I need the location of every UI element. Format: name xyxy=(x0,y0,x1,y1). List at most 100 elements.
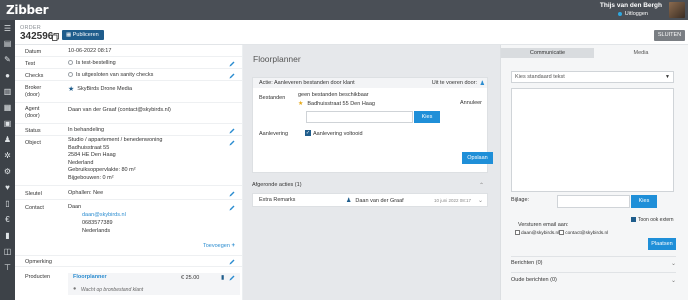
chevron-down-icon: ⌄ xyxy=(670,278,676,284)
wrench-icon[interactable]: ✎ xyxy=(3,55,12,64)
map-icon[interactable]: ◫ xyxy=(3,247,12,256)
top-bar: Zibber Thijs van den Bergh Uitloggen xyxy=(0,0,688,20)
bijlage-input[interactable] xyxy=(557,195,630,208)
action-header: Actie: Aanleveren bestanden door klant U… xyxy=(253,78,487,88)
book-icon[interactable]: ▯ xyxy=(3,199,12,208)
address-line: ★ Badhuisstraat 55 Den Haag xyxy=(298,100,375,107)
test-value[interactable]: Is test-bestelling xyxy=(68,59,116,67)
copy-icon[interactable] xyxy=(52,33,59,41)
edit-sleutel-icon[interactable] xyxy=(229,191,235,197)
broker-star-icon: ★ xyxy=(68,86,75,93)
email1-label: daan@skybirds.nl xyxy=(521,231,560,236)
row-broker: Broker (door) ★ SkyBirds Drone Media xyxy=(15,81,242,103)
close-button[interactable]: SLUITEN xyxy=(654,30,685,41)
edit-status-icon[interactable] xyxy=(229,128,235,134)
publish-button[interactable]: ▦ Publiceren xyxy=(62,30,104,40)
berichten-toggle[interactable]: Berichten (0) ⌄ xyxy=(511,260,676,267)
contact-language: Nederlands xyxy=(82,228,111,234)
checkbox-checked-icon xyxy=(631,217,636,222)
action-card: Actie: Aanleveren bestanden door klant U… xyxy=(252,77,493,173)
action-title: Actie: Aanleveren bestanden door klant xyxy=(259,80,355,86)
edit-product-icon[interactable] xyxy=(229,275,235,281)
row-object: Object Studio / appartement / benedenwon… xyxy=(15,136,242,186)
row-producten: Producten Floorplanner € 25.00 ▮ ● Wacht… xyxy=(15,267,242,300)
completed-actions-toggle[interactable]: Afgeronde acties (1) ⌃ xyxy=(252,180,488,192)
oude-berichten-toggle[interactable]: Oude berichten (0) ⌄ xyxy=(511,277,676,284)
calendar-icon[interactable]: ▦ xyxy=(3,103,12,112)
edit-object-icon[interactable] xyxy=(229,140,235,146)
dashboard-icon[interactable]: ▤ xyxy=(3,39,12,48)
annuleer-link[interactable]: Annuleer xyxy=(460,100,482,106)
logout-link[interactable]: Uitloggen xyxy=(617,11,648,17)
checks-text: Is uitgesloten van sanity checks xyxy=(76,72,154,78)
order-number: 342596 xyxy=(20,31,54,42)
email1-checkbox[interactable] xyxy=(515,230,520,235)
add-contact-link[interactable]: Toevoegen + xyxy=(203,243,235,249)
avatar[interactable] xyxy=(669,2,685,18)
user-name: Thijs van den Bergh xyxy=(599,2,662,9)
message-textarea[interactable] xyxy=(511,88,674,192)
checks-value[interactable]: Is uitgesloten van sanity checks xyxy=(68,71,153,79)
divider xyxy=(511,272,676,273)
standard-text-select[interactable]: Kies standaard tekst ▼ xyxy=(511,71,674,83)
kies-button[interactable]: Kies xyxy=(414,111,440,123)
object-value: Studio / appartement / benedenwoning Bad… xyxy=(68,137,163,182)
caret-down-icon: ▼ xyxy=(665,74,670,80)
tab-communicatie[interactable]: Communicatie xyxy=(501,48,594,58)
settings-icon[interactable]: ✲ xyxy=(3,151,12,160)
bijlage-kies-button[interactable]: Kies xyxy=(631,195,657,208)
row-test: Test Is test-bestelling xyxy=(15,57,242,69)
email2-label: contact@skybirds.nl xyxy=(565,231,609,236)
toon-extern-label: Toon ook extern xyxy=(638,217,674,223)
chevron-up-icon: ⌃ xyxy=(478,183,484,189)
logout-label: Uitloggen xyxy=(624,11,648,17)
product-name-text: Floorplanner xyxy=(73,274,107,280)
file-input[interactable] xyxy=(306,111,413,123)
opmerking-label: Opmerking xyxy=(25,259,52,265)
person-icon: ♟ xyxy=(346,198,352,204)
order-details-panel: Datum 10-06-2022 08:17 Test Is test-best… xyxy=(15,45,242,300)
status-dot-icon xyxy=(617,11,622,16)
edit-opmerking-icon[interactable] xyxy=(229,259,235,265)
edit-contact-icon[interactable] xyxy=(229,205,235,211)
email2-checkbox[interactable] xyxy=(559,230,565,235)
contact-phone: 0683577389 xyxy=(82,220,113,226)
heart-icon[interactable]: ♥ xyxy=(3,183,12,192)
object-city: 2584 HE Den Haag xyxy=(68,152,116,158)
opslaan-button[interactable]: Opslaan xyxy=(462,152,493,164)
test-text: Is test-bestelling xyxy=(76,60,116,66)
product-name[interactable]: Floorplanner xyxy=(73,273,107,281)
agent-value: Daan van der Graaf (contact@skybirds.nl) xyxy=(68,107,171,113)
edit-test-icon[interactable] xyxy=(229,61,235,67)
aanlevering-checkbox[interactable]: ✓ xyxy=(305,130,311,136)
signpost-icon[interactable]: ⊤ xyxy=(3,263,12,272)
extra-remarks-card[interactable]: Extra Remarks ♟ Daan van der Graaf 10 jun… xyxy=(252,193,488,207)
people-icon[interactable]: ♟ xyxy=(3,135,12,144)
gear-icon[interactable]: ⚙ xyxy=(3,167,12,176)
app-logo[interactable]: Zibber xyxy=(6,3,49,17)
oude-berichten-label: Oude berichten (0) xyxy=(511,277,557,283)
contact-email-link[interactable]: daan@skybirds.nl xyxy=(68,212,126,218)
broker-value: ★ SkyBirds Drone Media xyxy=(68,85,132,94)
toon-extern-checkbox[interactable]: Toon ook extern xyxy=(631,217,674,223)
euro-icon[interactable]: € xyxy=(3,215,12,224)
agent-sublabel: (door) xyxy=(25,113,40,119)
floorplanner-title: Floorplanner xyxy=(253,54,301,64)
delete-icon[interactable]: ▮ xyxy=(221,274,224,281)
checks-radio[interactable] xyxy=(68,72,73,77)
edit-checks-icon[interactable] xyxy=(229,73,235,79)
users-icon[interactable]: ● xyxy=(3,71,12,80)
plaatsen-button[interactable]: Plaatsen xyxy=(648,238,676,250)
orders-icon[interactable]: ▥ xyxy=(3,87,12,96)
sleutel-value: Ophallen: Nee xyxy=(68,190,104,196)
object-area: Gebruiksoppervlakte: 80 m² xyxy=(68,167,136,173)
sleutel-label: Sleutel xyxy=(25,191,42,197)
test-radio[interactable] xyxy=(68,60,73,65)
menu-icon[interactable]: ☰ xyxy=(3,24,12,33)
tab-media[interactable]: Media xyxy=(595,48,687,58)
chart-icon[interactable]: ▮ xyxy=(3,231,12,240)
publish-icon: ▦ xyxy=(66,32,73,38)
order-header: ORDER 342596 ▦ Publiceren SLUITEN xyxy=(15,20,688,45)
producten-label: Producten xyxy=(25,274,51,280)
shop-icon[interactable]: ▣ xyxy=(3,119,12,128)
